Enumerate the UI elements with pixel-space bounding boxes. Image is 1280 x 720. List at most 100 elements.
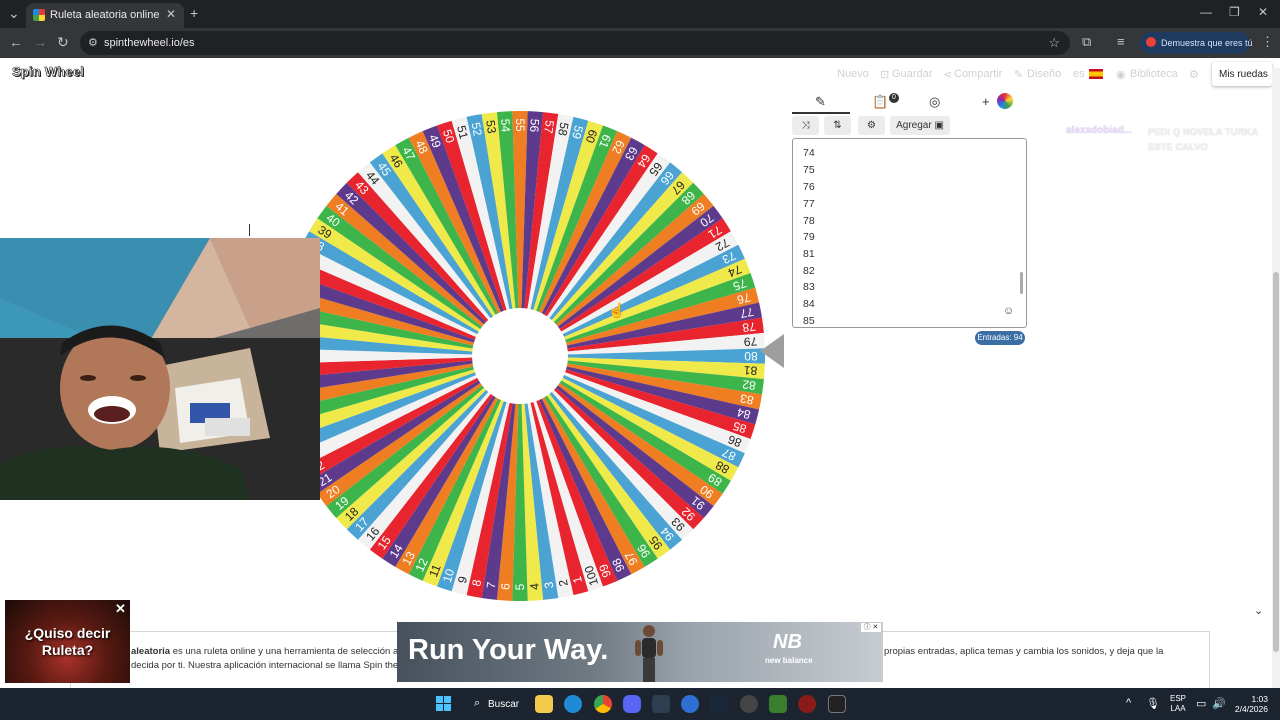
- entry-line: 79: [803, 231, 815, 243]
- chevron-down-icon[interactable]: ⌄: [1254, 604, 1263, 617]
- article-line-1-right: propias entradas, aplica temas y cambia …: [884, 646, 1164, 657]
- taskbar-search[interactable]: ⌕ Buscar: [466, 693, 526, 715]
- back-icon[interactable]: ←: [9, 34, 23, 50]
- tray-chevron-icon[interactable]: ^: [1126, 697, 1131, 709]
- page-scrollbar-thumb[interactable]: [1273, 272, 1279, 652]
- media-controls-icon[interactable]: ≡: [1117, 34, 1125, 49]
- edge-icon[interactable]: [564, 695, 582, 713]
- clock-time: 1:03: [1251, 694, 1268, 704]
- windows-start-icon[interactable]: [436, 696, 451, 711]
- tab-add-color-icon[interactable]: +: [982, 94, 990, 109]
- app-red-icon[interactable]: [798, 695, 816, 713]
- address-bar[interactable]: ⚙ spinthewheel.io/es ☆: [80, 31, 1070, 55]
- ad-brand: new balance: [765, 656, 813, 665]
- nav-compartir[interactable]: Compartir: [954, 68, 1002, 80]
- page-scrollbar[interactable]: [1272, 68, 1280, 688]
- entries-scrollbar[interactable]: [1020, 272, 1023, 294]
- profile-button-label: Demuestra que eres tú: [1161, 38, 1253, 48]
- new-tab-icon[interactable]: +: [190, 5, 198, 21]
- share-icon[interactable]: ⋖: [943, 68, 952, 81]
- wheel-segment-label: 55: [513, 118, 527, 132]
- browser-tab[interactable]: Ruleta aleatoria online – ruleta a ✕: [26, 3, 184, 28]
- bookmark-star-icon[interactable]: ☆: [1048, 35, 1060, 51]
- input-language[interactable]: ESP LAA: [1170, 694, 1186, 714]
- site-logo[interactable]: Spin Wheel: [12, 64, 84, 80]
- nav-biblioteca[interactable]: Biblioteca: [1130, 68, 1178, 80]
- roulette-ad-text: ¿Quiso decir Ruleta?: [24, 625, 111, 658]
- clock[interactable]: 1:03 2/4/2026: [1232, 694, 1268, 714]
- app-icon[interactable]: [652, 695, 670, 713]
- file-explorer-icon[interactable]: [535, 695, 553, 713]
- close-window-icon[interactable]: ✕: [1258, 5, 1268, 19]
- forward-icon[interactable]: →: [33, 34, 47, 50]
- keyboard-layout: LAA: [1170, 704, 1186, 713]
- site-info-icon[interactable]: ⚙: [88, 36, 98, 49]
- new-balance-ad[interactable]: Run Your Way. NB new balance ⓘ ✕: [397, 622, 883, 682]
- wheel-segment-label: 6: [498, 582, 512, 590]
- wheel-segment-label: 56: [527, 118, 542, 133]
- mis-ruedas-button[interactable]: Mis ruedas: [1212, 62, 1272, 86]
- entry-line: 81: [803, 248, 815, 260]
- add-image-button[interactable]: Agregar ▣: [890, 116, 950, 135]
- color-wheel-icon[interactable]: [997, 93, 1013, 109]
- article-line-2: decida por ti. Nuestra aplicación intern…: [131, 660, 408, 671]
- wheel-segment-label: 78: [741, 319, 756, 335]
- epic-games-icon[interactable]: [828, 695, 846, 713]
- entries-textarea[interactable]: 74 75 76 77 78 79 81 82 83 84 85: [792, 138, 1027, 328]
- minecraft-icon[interactable]: [769, 695, 787, 713]
- entry-line: 85: [803, 315, 815, 327]
- wheel-pointer-icon: [760, 334, 784, 368]
- globe-icon[interactable]: ◉: [1116, 68, 1126, 81]
- steam-icon[interactable]: [710, 695, 728, 713]
- chat-username: alexsdobiad...: [1066, 125, 1133, 136]
- app-blue-icon[interactable]: [681, 695, 699, 713]
- close-tab-icon[interactable]: ✕: [166, 7, 176, 21]
- add-image-label: Agregar: [896, 120, 932, 131]
- nav-guardar[interactable]: Guardar: [892, 68, 932, 80]
- restore-icon[interactable]: ❐: [1229, 5, 1240, 19]
- ad-choices-icon[interactable]: ⓘ ✕: [861, 623, 881, 632]
- chrome-icon[interactable]: [594, 695, 612, 713]
- image-icon: ▣: [934, 120, 944, 131]
- tab-hidden-eye-icon[interactable]: ◎: [929, 94, 940, 110]
- tab-search-icon[interactable]: ⌄: [8, 5, 20, 22]
- menu-kebab-icon[interactable]: ⋮: [1261, 34, 1274, 50]
- tab-edit-pencil-icon[interactable]: ✎: [815, 94, 826, 110]
- ad-slogan: Run Your Way.: [408, 634, 609, 666]
- chat-message: PEDI Q NOVELA TURKA ESTE CALVO: [1148, 127, 1258, 153]
- pencil-icon[interactable]: ✎: [1014, 68, 1023, 81]
- reload-icon[interactable]: ↻: [57, 34, 69, 51]
- nav-diseno[interactable]: Diseño: [1027, 68, 1061, 80]
- web-page: Spin Wheel Nuevo ⊡ Guardar ⋖ Compartir ✎…: [0, 58, 1280, 688]
- sort-button[interactable]: ⇅: [824, 116, 851, 135]
- tab-clipboard-icon[interactable]: 📋: [872, 94, 888, 110]
- wheel-hub[interactable]: [472, 308, 568, 404]
- spin-wheel[interactable]: 1234567891011121314151617181920212223242…: [270, 106, 770, 606]
- nav-language[interactable]: es: [1073, 68, 1085, 80]
- save-icon[interactable]: ⊡: [880, 68, 889, 81]
- microphone-icon[interactable]: 🎙: [1146, 697, 1160, 710]
- spain-flag-icon[interactable]: [1089, 69, 1103, 79]
- shuffle-button[interactable]: ⤨: [792, 116, 819, 135]
- entry-line: 78: [803, 215, 815, 227]
- wheel-segment-label: 81: [743, 363, 758, 378]
- nav-nuevo[interactable]: Nuevo: [837, 68, 869, 80]
- entry-line: 75: [803, 164, 815, 176]
- profile-button[interactable]: Demuestra que eres tú: [1140, 32, 1253, 54]
- streamer-webcam-image: [0, 238, 320, 500]
- gear-button[interactable]: ⚙: [858, 116, 885, 135]
- active-tab-underline: [792, 112, 850, 114]
- close-ad-icon[interactable]: ✕: [115, 601, 126, 617]
- wheel-segment-label: 82: [741, 377, 756, 393]
- settings-gear-icon[interactable]: ⚙: [1189, 68, 1199, 81]
- obs-icon[interactable]: [740, 695, 758, 713]
- network-icon[interactable]: ▭: [1196, 697, 1206, 710]
- wheel-segment-label: 79: [743, 334, 758, 349]
- discord-icon[interactable]: [623, 695, 641, 713]
- extensions-icon[interactable]: ⧉: [1082, 34, 1091, 50]
- emoji-icon[interactable]: ☺: [1003, 305, 1014, 317]
- entries-count-badge: Entradas: 94: [975, 331, 1025, 345]
- minimize-icon[interactable]: —: [1200, 5, 1212, 19]
- volume-icon[interactable]: 🔊: [1212, 697, 1226, 710]
- roulette-ad[interactable]: ¿Quiso decir Ruleta? ✕: [5, 600, 130, 683]
